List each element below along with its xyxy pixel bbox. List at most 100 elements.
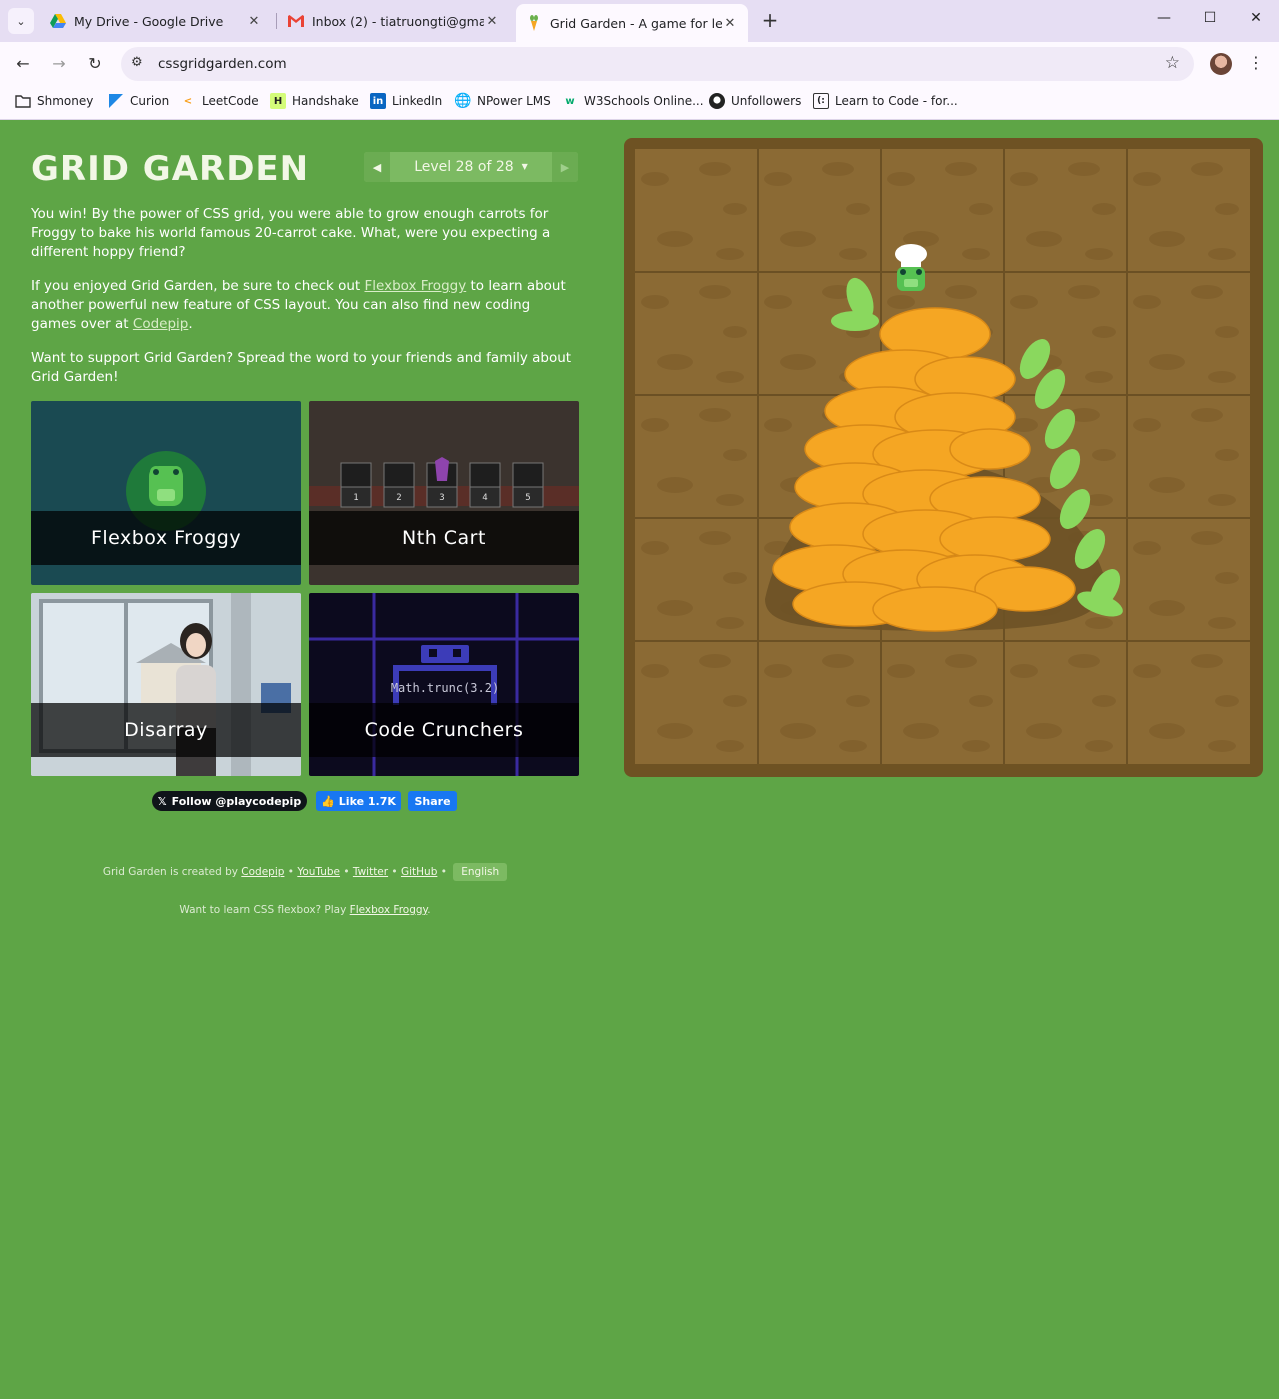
footer-separator: •	[340, 866, 353, 878]
cart-number: 2	[396, 493, 401, 503]
tab-title: Grid Garden - A game for learn	[550, 15, 722, 31]
caret-down-icon: ▼	[521, 162, 528, 171]
promo-text: .	[188, 316, 193, 332]
fb-share-label: Share	[414, 794, 451, 808]
bookmark-handshake[interactable]: H Handshake	[270, 93, 359, 109]
url-text[interactable]: cssgridgarden.com	[158, 56, 287, 72]
freecodecamp-icon: (:	[813, 93, 829, 109]
cart-number: 3	[439, 493, 444, 503]
close-tab-icon[interactable]: ✕	[722, 16, 738, 31]
footer-separator: •	[437, 866, 451, 878]
handshake-icon: H	[270, 93, 286, 109]
close-tab-icon[interactable]: ✕	[484, 14, 500, 29]
game-card-flexbox-froggy[interactable]: Flexbox Froggy	[31, 401, 301, 585]
back-arrow-icon[interactable]: ←	[13, 54, 33, 73]
bookmark-shmoney[interactable]: Shmoney	[15, 93, 93, 109]
footer-link-twitter[interactable]: Twitter	[353, 866, 388, 878]
tab-separator	[276, 13, 277, 29]
minimize-icon[interactable]: —	[1154, 10, 1174, 26]
folder-icon	[15, 93, 31, 109]
bookmark-leetcode[interactable]: < LeetCode	[180, 93, 259, 109]
flexbox-froggy-link[interactable]: Flexbox Froggy	[365, 278, 467, 294]
support-message: Want to support Grid Garden? Spread the …	[31, 350, 572, 385]
page-title: GRID GARDEN	[31, 149, 310, 189]
game-card-code-crunchers[interactable]: Math.trunc(3.2) Code Crunchers	[309, 593, 579, 776]
bookmark-label: Unfollowers	[731, 94, 802, 108]
profile-avatar[interactable]	[1210, 53, 1232, 75]
level-label: Level 28 of 28	[414, 159, 514, 175]
footer-flexbox-froggy-link[interactable]: Flexbox Froggy	[350, 904, 428, 916]
facebook-like-button[interactable]: 👍 Like 1.7K	[316, 791, 401, 811]
footer-link-youtube[interactable]: YouTube	[297, 866, 340, 878]
browser-toolbar: ← → ↻ ⚙ cssgridgarden.com ☆ ⋮	[0, 42, 1279, 86]
forward-arrow-icon[interactable]: →	[49, 54, 69, 73]
game-card-disarray[interactable]: Disarray	[31, 593, 301, 776]
bookmark-learn-to-code[interactable]: (: Learn to Code - for...	[813, 93, 958, 109]
w3schools-icon: w	[565, 95, 575, 107]
thumbs-up-icon: 👍	[321, 794, 335, 808]
game-card-label: Nth Cart	[309, 511, 579, 565]
gmail-icon	[288, 13, 304, 29]
cart-number: 5	[525, 493, 530, 503]
close-tab-icon[interactable]: ✕	[246, 14, 262, 29]
bookmark-unfollowers[interactable]: Unfollowers	[709, 93, 801, 109]
bookmark-label: LinkedIn	[392, 94, 443, 108]
bookmark-w3schools[interactable]: w W3Schools Online...	[562, 93, 704, 109]
level-selector: ◀ Level 28 of 28 ▼ ▶	[364, 152, 578, 182]
reload-icon[interactable]: ↻	[85, 54, 105, 73]
cart-number: 1	[353, 493, 358, 503]
facebook-share-button[interactable]: Share	[408, 791, 457, 811]
google-drive-icon	[50, 13, 66, 29]
footer-link-codepip[interactable]: Codepip	[241, 866, 284, 878]
win-message: You win! By the power of CSS grid, you w…	[31, 206, 551, 260]
github-icon	[709, 93, 725, 109]
language-selector[interactable]: English	[453, 863, 508, 881]
bookmark-label: Handshake	[292, 94, 359, 108]
bookmark-star-icon[interactable]: ☆	[1165, 53, 1180, 73]
maximize-icon[interactable]: ☐	[1200, 10, 1220, 26]
kebab-menu-icon[interactable]: ⋮	[1248, 53, 1264, 72]
next-level-arrow-icon[interactable]: ▶	[552, 152, 578, 182]
tab-gmail[interactable]: Inbox (2) - tiatruongti@gmail.c ✕	[278, 6, 510, 36]
close-window-icon[interactable]: ✕	[1246, 10, 1266, 26]
game-card-label: Flexbox Froggy	[31, 511, 301, 565]
promo-text: If you enjoyed Grid Garden, be sure to c…	[31, 278, 365, 294]
footer-text: Grid Garden is created by	[102, 866, 242, 878]
footer-text: .	[427, 904, 431, 916]
x-logo-icon: 𝕏	[157, 794, 167, 808]
curion-icon	[108, 93, 124, 109]
bookmark-label: Shmoney	[37, 94, 94, 108]
x-follow-label: Follow @playcodepip	[171, 794, 302, 808]
game-card-label: Code Crunchers	[309, 703, 579, 757]
footer-separator: •	[388, 866, 401, 878]
footer-credits: Grid Garden is created by Codepip • YouT…	[0, 863, 610, 881]
bookmark-npower-lms[interactable]: 🌐 NPower LMS	[454, 93, 551, 109]
bookmark-label: Learn to Code - for...	[835, 94, 958, 108]
fb-like-label: Like 1.7K	[338, 794, 396, 808]
address-bar[interactable]: ⚙ cssgridgarden.com ☆	[121, 47, 1194, 81]
site-settings-icon[interactable]: ⚙	[131, 55, 143, 70]
footer-flexbox-promo: Want to learn CSS flexbox? Play Flexbox …	[0, 904, 610, 916]
tab-grid-garden[interactable]: Grid Garden - A game for learn ✕	[516, 4, 748, 42]
linkedin-icon: in	[370, 93, 386, 109]
codepip-link[interactable]: Codepip	[133, 316, 188, 332]
promo-message: If you enjoyed Grid Garden, be sure to c…	[31, 277, 578, 334]
grid-garden-page: GRID GARDEN ◀ Level 28 of 28 ▼ ▶ You win!…	[0, 121, 1279, 1399]
footer-link-github[interactable]: GitHub	[401, 866, 437, 878]
browser-tab-bar: ⌄ My Drive - Google Drive ✕ Inbox (2) - …	[0, 0, 1279, 42]
tab-google-drive[interactable]: My Drive - Google Drive ✕	[40, 6, 272, 36]
garden-grid	[635, 149, 1250, 764]
bookmark-label: W3Schools Online...	[584, 94, 704, 108]
x-follow-button[interactable]: 𝕏 Follow @playcodepip	[152, 791, 307, 811]
bookmark-linkedin[interactable]: in LinkedIn	[370, 93, 442, 109]
bookmark-curion[interactable]: Curion	[108, 93, 169, 109]
cart-number: 4	[482, 493, 487, 503]
new-tab-plus-icon[interactable]: +	[760, 10, 780, 30]
previous-level-arrow-icon[interactable]: ◀	[364, 152, 390, 182]
bookmark-label: NPower LMS	[477, 94, 551, 108]
tab-search-chevron-icon[interactable]: ⌄	[8, 8, 34, 34]
level-dropdown[interactable]: Level 28 of 28 ▼	[390, 159, 552, 175]
game-card-label: Disarray	[31, 703, 301, 757]
bookmark-label: Curion	[130, 94, 170, 108]
game-card-nth-cart[interactable]: 1 2 3 4 5 Nth Cart	[309, 401, 579, 585]
